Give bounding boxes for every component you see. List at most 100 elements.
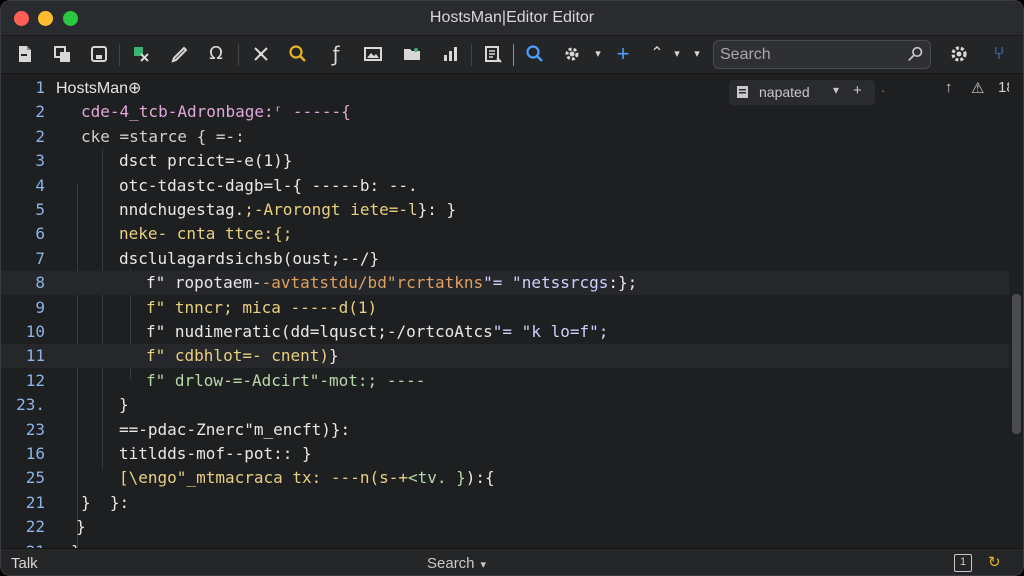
save-icon[interactable] <box>87 42 111 66</box>
code-line[interactable]: 23.} <box>1 393 1011 417</box>
code-line[interactable]: 21} }: <box>1 491 1011 515</box>
code-line[interactable]: 22} <box>1 515 1011 539</box>
pen-icon[interactable] <box>168 42 192 66</box>
line-number: 4 <box>35 175 45 195</box>
code-line[interactable]: 2 cke =starce { =-: <box>1 125 1011 149</box>
search-box[interactable] <box>713 40 931 69</box>
gear-dropdown-chevron-icon[interactable]: ▾ <box>586 42 610 66</box>
code-token: [\engo"_mtmacraca tx: ---n(s-+ <box>119 468 408 488</box>
settings-gear-icon[interactable] <box>947 42 971 66</box>
code-text: } }: <box>81 491 129 515</box>
code-token: f" drlow-=-Adcirt"-mot:; ---- <box>146 370 426 390</box>
folder-icon[interactable] <box>400 42 424 66</box>
code-text: dsct prcict=-e(1)} <box>119 149 292 173</box>
function-icon[interactable]: ƒ <box>324 42 348 66</box>
code-line[interactable]: 3 dsct prcict=-e(1)} <box>1 149 1011 173</box>
image-icon[interactable] <box>361 42 385 66</box>
code-text: f" cdbhlot=- cnent)} <box>146 344 339 368</box>
code-token: nndchugestag. <box>119 200 245 219</box>
code-line[interactable]: 2 cde-4_tcb-Adronbage:ʳ -----{ <box>1 100 1011 124</box>
branch-icon[interactable]: ⑂ <box>987 42 1011 66</box>
code-token: otc-tdastc-dagb=l-{ -----b: --. <box>119 175 418 195</box>
code-token: f" ropotaem- <box>146 273 262 293</box>
line-number: 16 <box>25 444 45 463</box>
status-bar: Talk Search ▾ 1 ↻ <box>1 548 1023 575</box>
code-token: :}; <box>608 273 638 293</box>
code-token: }: } <box>417 200 457 219</box>
code-text: dsclulagardsichsb(oust;--/} <box>119 247 379 271</box>
code-line[interactable]: 10 f" nudimeratic(dd=lqusct;-/ortcoAtcs"=… <box>1 320 1011 344</box>
status-refresh-icon[interactable]: ↻ <box>988 553 1001 571</box>
line-number: 12 <box>25 370 45 390</box>
code-line[interactable]: 1 HostsMan⊕ <box>1 76 1011 100</box>
code-line[interactable]: 12 f" drlow-=-Adcirt"-mot:; ---- <box>1 369 1011 393</box>
line-number: 8 <box>35 273 45 293</box>
code-editor[interactable]: napated ▾ + . ↑ ⚠ 18 1 HostsMan⊕ 2 cde-4_tc… <box>1 74 1015 575</box>
code-token: -avtatstdu/bd"rcrtatkns <box>261 273 484 293</box>
line-number: 11 <box>25 346 45 366</box>
code-text: cde-4_tcb-Adronbage:ʳ -----{ <box>81 100 351 124</box>
code-line[interactable]: 8 f" ropotaem--avtatstdu/bd"rcrtatkns"= "… <box>1 271 1011 296</box>
code-text: f" tnncr; mica -----d(1) <box>146 296 377 320</box>
find-icon[interactable] <box>523 42 547 66</box>
code-line[interactable]: 23 ==-pdac-Znerc"m_encft)}: <box>1 418 1011 442</box>
line-number: 3 <box>35 151 45 171</box>
file-tab-label[interactable]: HostsMan⊕ <box>56 80 141 97</box>
copy-icon[interactable] <box>50 42 74 66</box>
title-bar: HostsMan|Editor Editor <box>1 1 1023 36</box>
green-run-icon[interactable] <box>129 42 153 66</box>
code-token: f" nudimeratic(dd=lqusct;-/ortcoAtcs <box>146 322 493 341</box>
code-line[interactable]: 16 titldds-mof--pot:: } <box>1 442 1011 466</box>
code-text: [\engo"_mtmacraca tx: ---n(s-+<tv. }):{ <box>119 466 495 490</box>
code-token: ==-pdac-Znerc"m_encft)}: <box>119 419 351 439</box>
line-number: 1 <box>35 78 45 97</box>
code-token: ):{ <box>465 468 495 488</box>
scrollbar-thumb[interactable] <box>1012 294 1021 434</box>
status-search-label: Search <box>427 555 475 572</box>
code-token: cke =starce { =-: <box>81 126 245 146</box>
code-token: } <box>119 395 129 415</box>
line-number: 2 <box>35 102 45 122</box>
code-token: } <box>329 346 339 366</box>
status-page-icon[interactable]: 1 <box>954 554 972 572</box>
code-line[interactable]: 25 [\engo"_mtmacraca tx: ---n(s-+<tv. }):… <box>1 466 1011 490</box>
line-number: 7 <box>35 248 45 268</box>
status-search-button[interactable]: Search ▾ <box>427 555 486 572</box>
code-token: f" cdbhlot=- cnent) <box>146 346 330 366</box>
more-dropdown-icon[interactable]: ▾ <box>685 42 709 66</box>
code-text: f" ropotaem--avtatstdu/bd"rcrtatkns"= "n… <box>146 271 637 295</box>
code-line[interactable]: 9 f" tnncr; mica -----d(1) <box>1 296 1011 320</box>
status-search-chevron-icon: ▾ <box>480 559 487 571</box>
bar-chart-icon[interactable] <box>439 42 463 66</box>
code-text: cke =starce { =-: <box>81 125 245 149</box>
line-number: 2 <box>35 126 45 146</box>
toolbar: Ω ƒ ▾ + ⌃ ▾ ▾ Search ⑂ <box>1 36 1023 74</box>
search-input[interactable] <box>720 44 900 65</box>
code-text: HostsMan⊕ <box>56 76 141 101</box>
code-text: neke- cnta ttce:{; <box>119 222 292 246</box>
code-text: ==-pdac-Znerc"m_encft)}: <box>119 418 350 442</box>
gear-icon[interactable] <box>560 42 584 66</box>
code-text: otc-tdastc-dagb=l-{ -----b: --. <box>119 174 418 198</box>
code-token: neke- cnta ttce:{; <box>119 224 293 244</box>
code-text: titldds-mof--pot:: } <box>119 442 312 466</box>
code-token: "= "k lo=f"; <box>492 322 609 341</box>
status-left-label: Talk <box>11 555 38 572</box>
move-arrows-icon[interactable] <box>249 42 273 66</box>
code-line[interactable]: 5 nndchugestag.;-Arorongt iete=-l}: } <box>1 198 1011 222</box>
new-file-icon[interactable] <box>13 42 37 66</box>
code-token: f" tnncr; mica -----d(1) <box>146 297 378 317</box>
code-line[interactable]: 4 otc-tdastc-dagb=l-{ -----b: --. <box>1 174 1011 198</box>
list-icon[interactable] <box>481 42 505 66</box>
code-line[interactable]: 6 neke- cnta ttce:{; <box>1 222 1011 246</box>
plus-icon[interactable]: + <box>611 42 635 66</box>
editor-window: HostsMan|Editor Editor Ω ƒ ▾ + ⌃ ▾ ▾ Sea… <box>0 0 1024 576</box>
code-text: f" nudimeratic(dd=lqusct;-/ortcoAtcs"= "… <box>146 320 608 344</box>
omega-icon[interactable]: Ω <box>204 42 228 66</box>
line-number: 23 <box>25 419 45 439</box>
search-magnifier-icon[interactable] <box>907 46 924 63</box>
code-line[interactable]: 7 dsclulagardsichsb(oust;--/} <box>1 247 1011 271</box>
vertical-scrollbar[interactable] <box>1009 74 1023 548</box>
code-line[interactable]: 11 f" cdbhlot=- cnent)} <box>1 344 1011 369</box>
search-icon[interactable] <box>286 42 310 66</box>
